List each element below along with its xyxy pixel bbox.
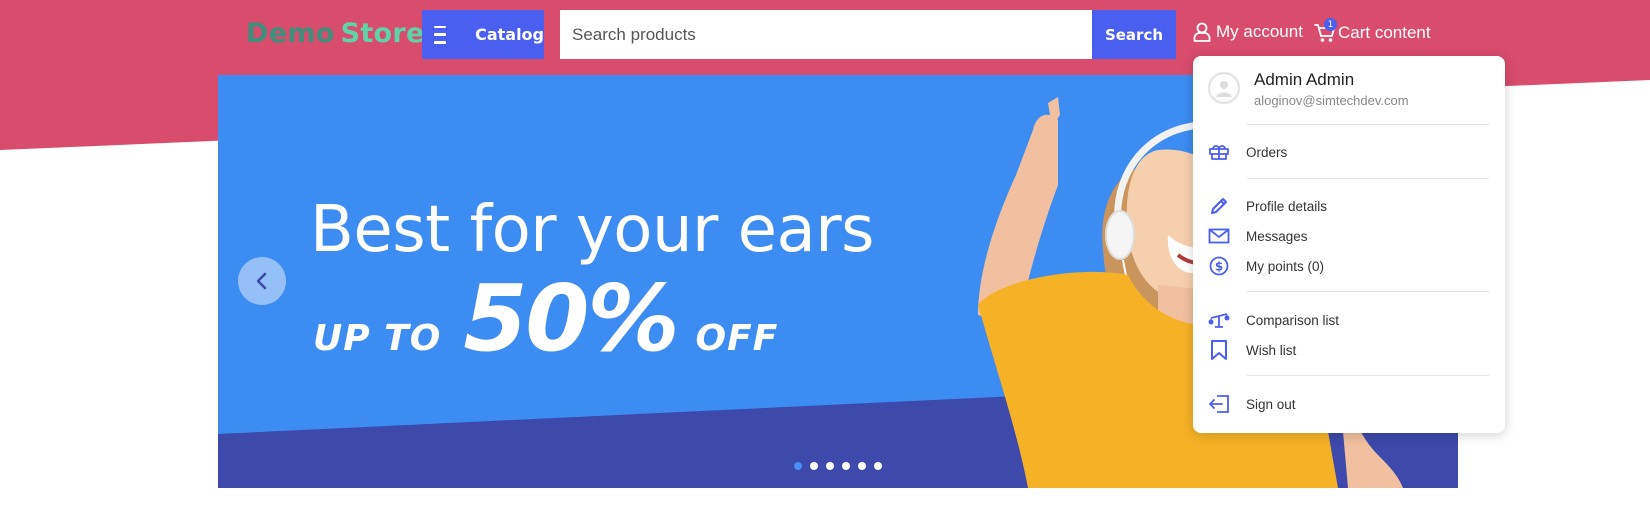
menu-item-label: Profile details [1246, 198, 1328, 214]
hamburger-icon [434, 25, 447, 44]
catalog-label: Catalog [475, 25, 544, 44]
slider-dot[interactable] [826, 462, 834, 470]
envelope-icon [1207, 224, 1231, 248]
menu-item-wish-list[interactable]: Wish list [1207, 337, 1492, 363]
slider-dot[interactable] [858, 462, 866, 470]
bookmark-icon [1207, 338, 1231, 362]
page: DemoStore Catalog Search My account 1 [0, 0, 1650, 516]
sign-out-icon [1207, 392, 1231, 416]
menu-item-label: Orders [1246, 144, 1288, 160]
previous-slide-button[interactable] [238, 257, 286, 305]
menu-divider [1247, 124, 1489, 125]
menu-item-my-points[interactable]: $ My points (0) [1207, 253, 1492, 279]
menu-divider [1247, 291, 1489, 292]
menu-item-label: My points (0) [1246, 258, 1325, 274]
cart-label: Cart content [1338, 23, 1431, 42]
chevron-left-icon [256, 272, 267, 290]
menu-item-sign-out[interactable]: Sign out [1207, 391, 1492, 417]
slider-dot[interactable] [794, 462, 802, 470]
slider-dot[interactable] [810, 462, 818, 470]
logo-word-store: Store [340, 18, 425, 49]
user-email: aloginov@simtechdev.com [1254, 93, 1409, 108]
logo-word-demo: Demo [246, 18, 335, 49]
account-dropdown: Admin Admin aloginov@simtechdev.com Orde… [1193, 56, 1505, 433]
svg-text:$: $ [1215, 260, 1223, 274]
banner-promo: UP TO 50% OFF [313, 265, 778, 372]
menu-item-messages[interactable]: Messages [1207, 223, 1492, 249]
cart-count-badge: 1 [1324, 18, 1337, 31]
menu-divider [1247, 178, 1489, 179]
menu-item-label: Messages [1246, 228, 1308, 244]
user-icon [1193, 22, 1211, 42]
my-account-label: My account [1216, 22, 1303, 41]
coin-icon: $ [1207, 254, 1231, 278]
slider-pagination [794, 462, 882, 470]
menu-item-label: Sign out [1246, 396, 1296, 412]
user-placeholder-icon [1216, 81, 1232, 97]
menu-item-orders[interactable]: Orders [1207, 139, 1492, 165]
menu-item-label: Wish list [1246, 342, 1297, 358]
box-icon [1207, 140, 1231, 164]
promo-prefix: UP TO [313, 318, 442, 359]
catalog-button[interactable]: Catalog [422, 10, 544, 59]
pencil-icon [1207, 194, 1231, 218]
search-input[interactable] [560, 10, 1092, 59]
cart-link[interactable]: 1 Cart content [1314, 18, 1431, 44]
slider-dot[interactable] [842, 462, 850, 470]
slider-dot[interactable] [874, 462, 882, 470]
promo-value: 50% [463, 265, 679, 372]
cart-icon: 1 [1314, 18, 1337, 44]
my-account-link[interactable]: My account [1192, 22, 1303, 42]
scales-icon [1207, 308, 1231, 332]
user-info: Admin Admin aloginov@simtechdev.com [1208, 70, 1409, 108]
user-name: Admin Admin [1254, 70, 1355, 89]
menu-item-profile-details[interactable]: Profile details [1207, 193, 1492, 219]
menu-divider [1247, 375, 1489, 376]
search-button[interactable]: Search [1092, 10, 1176, 59]
store-logo[interactable]: Demo Store [246, 18, 425, 49]
menu-item-label: Comparison list [1246, 312, 1340, 328]
menu-item-comparison-list[interactable]: Comparison list [1207, 307, 1492, 333]
promo-suffix: OFF [695, 318, 779, 359]
banner-headline: Best for your ears [310, 193, 874, 267]
avatar [1208, 72, 1240, 104]
